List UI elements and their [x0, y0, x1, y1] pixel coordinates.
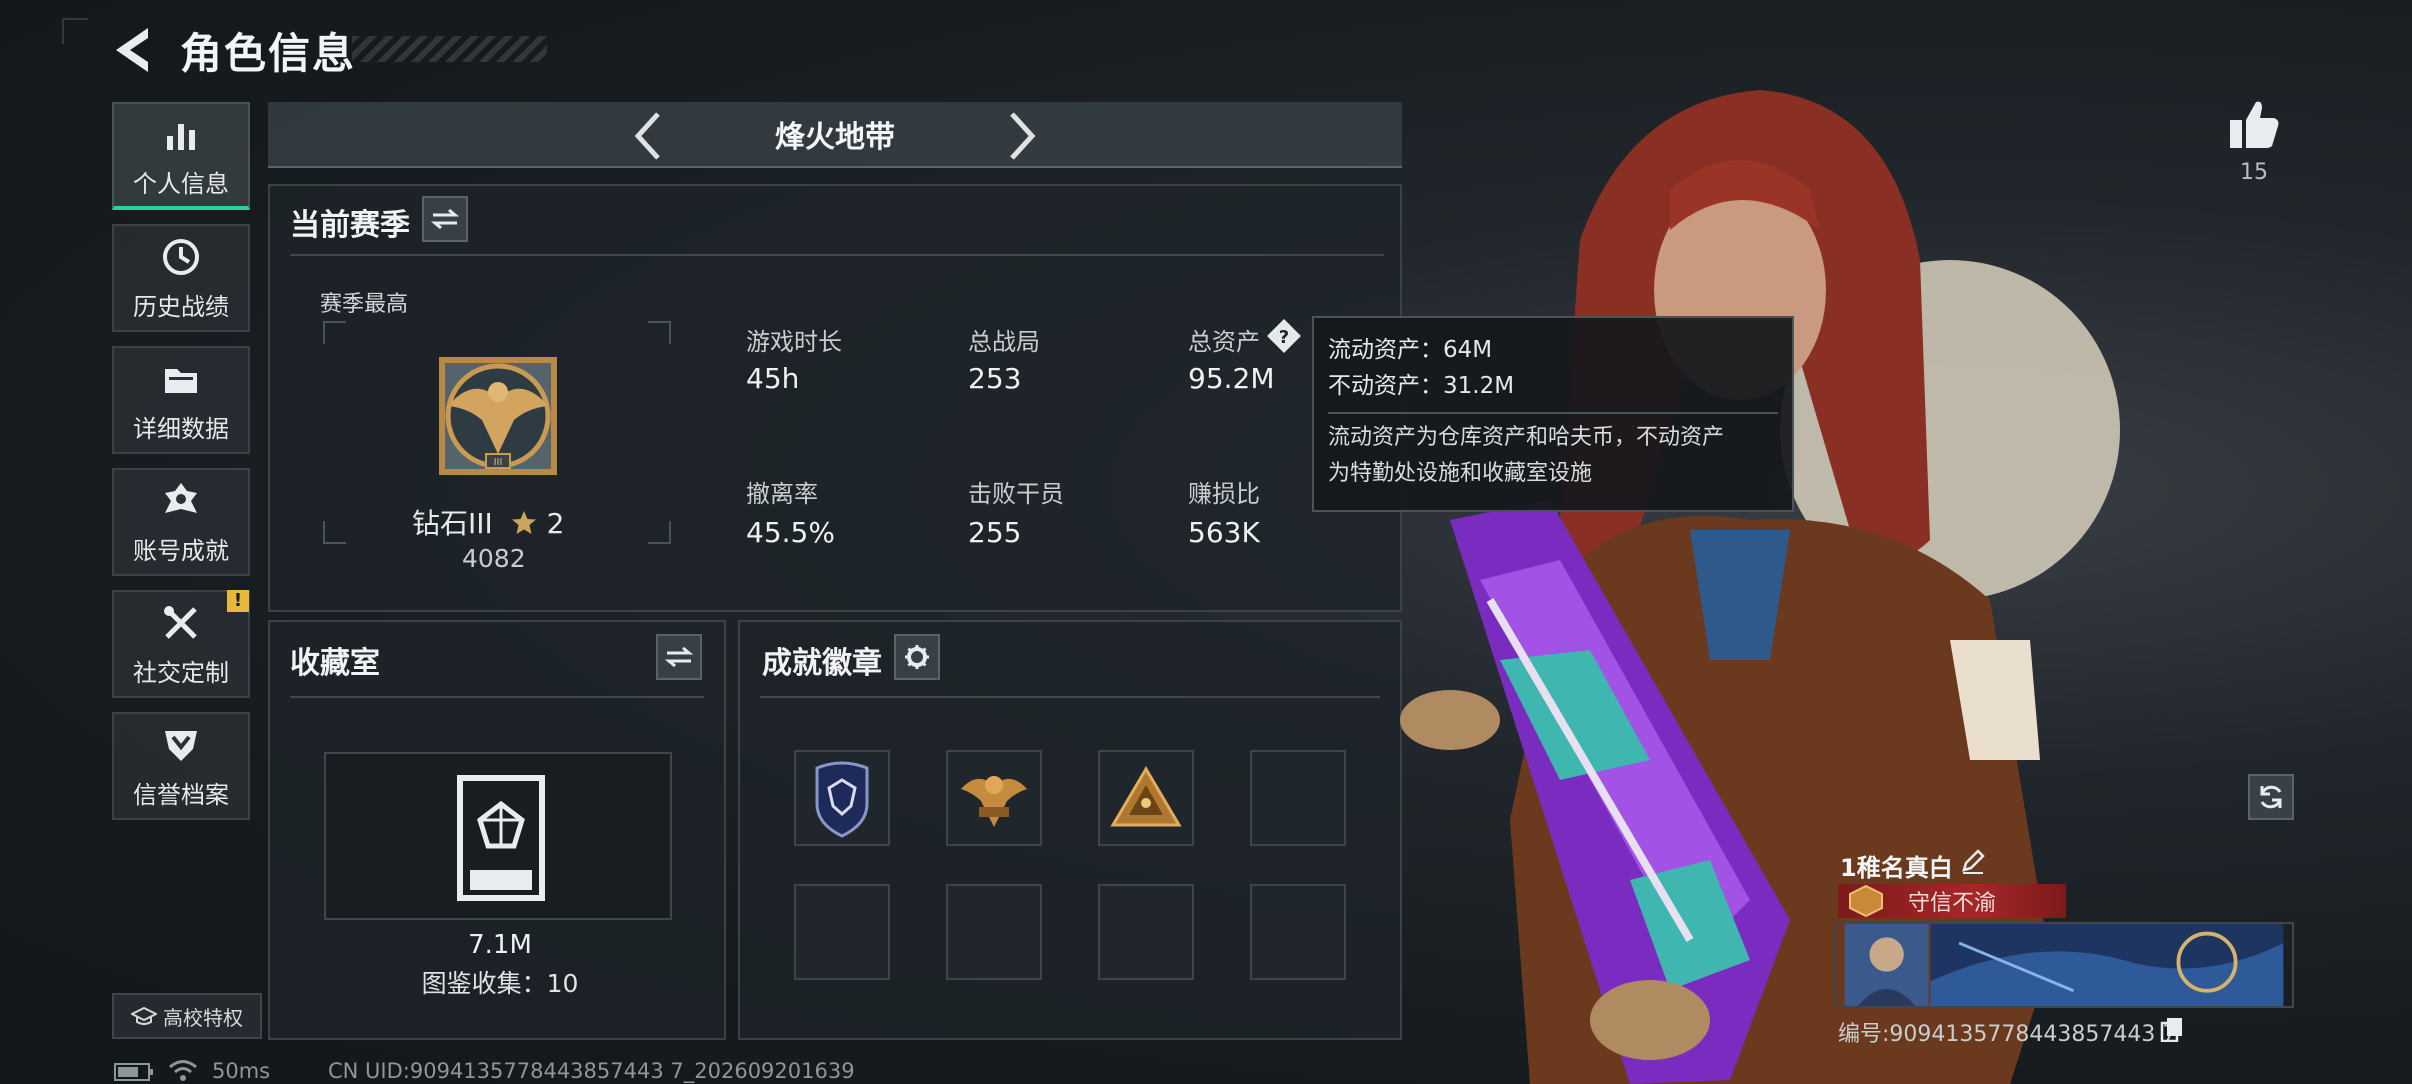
collection-title: 收藏室 [290, 646, 380, 681]
wifi-icon [169, 1060, 197, 1081]
sidebar-item-label: 信誉档案 [133, 780, 229, 809]
page-title: 角色信息 [180, 29, 357, 78]
rank-score: 4082 [462, 544, 526, 573]
season-switch-button[interactable] [422, 196, 468, 242]
alert-badge: ! [227, 590, 249, 612]
network-ping: 50ms [212, 1059, 271, 1083]
stat-value-extract-rate: 45.5% [746, 516, 835, 549]
sidebar-item-label: 社交定制 [133, 658, 229, 687]
stat-label-play-time: 游戏时长 [746, 328, 842, 356]
rank-name-text: 钻石III [412, 507, 493, 540]
thumbs-up-icon[interactable] [2226, 96, 2282, 152]
refresh-icon [2260, 785, 2282, 809]
sidebar-item-label: 账号成就 [133, 536, 229, 565]
asset-tooltip: 流动资产：64M 不动资产：31.2M 流动资产为仓库资产和哈夫币，不动资产 为… [1312, 316, 1794, 512]
divider [760, 696, 1380, 698]
badge-slot[interactable] [1098, 750, 1194, 846]
tools-icon [164, 605, 197, 639]
badge-slot[interactable] [794, 750, 890, 846]
display-case-icon [457, 775, 545, 901]
pencil-icon[interactable] [1960, 848, 1986, 874]
sidebar-item-detailed-data[interactable]: 详细数据 [112, 346, 250, 454]
chevron-left-icon[interactable] [628, 108, 668, 164]
tooltip-fixed-assets: 不动资产：31.2M [1328, 373, 1515, 399]
mode-name: 烽火地带 [775, 120, 895, 155]
player-card-banner[interactable] [1834, 922, 2294, 1008]
title-emblem-icon [1849, 884, 1883, 918]
stat-value-profit-loss-ratio: 563K [1188, 516, 1260, 549]
back-button[interactable] [108, 22, 158, 78]
campus-privilege-button[interactable]: 高校特权 [112, 993, 262, 1039]
badge-icon [165, 482, 197, 513]
sidebar-item-reputation[interactable]: 信誉档案 [112, 712, 250, 820]
stat-label-operators-defeated: 击败干员 [968, 480, 1064, 508]
svg-text:III: III [494, 457, 503, 468]
stat-value-operators-defeated: 255 [968, 516, 1022, 549]
badges-settings-button[interactable] [894, 634, 940, 680]
sidebar-item-label: 详细数据 [133, 414, 229, 443]
divider [290, 254, 1384, 256]
svg-text:?: ? [1279, 327, 1289, 348]
sidebar-item-label: 历史战绩 [133, 292, 229, 321]
stat-label-extract-rate: 撤离率 [746, 480, 818, 508]
campus-privilege-label: 高校特权 [163, 1005, 243, 1030]
eagle-badge-icon [961, 776, 1027, 827]
badge-slot[interactable] [946, 750, 1042, 846]
bar-chart-icon [167, 123, 195, 150]
player-name: 1稚名真白 [1840, 854, 1953, 882]
badges-title: 成就徽章 [762, 646, 882, 681]
stat-label-total-assets: 总资产 [1188, 328, 1260, 356]
folder-icon [165, 368, 197, 393]
rotate-model-button[interactable] [2248, 774, 2294, 820]
title-decoration [352, 36, 547, 62]
rank-stars: 2 [546, 507, 565, 540]
diamond-rank-emblem-icon: III [439, 357, 557, 475]
collection-count: 图鉴收集：10 [421, 969, 579, 998]
tooltip-liquid-assets: 流动资产：64M [1328, 337, 1493, 363]
swap-icon [431, 208, 459, 230]
title-badge: 守信不渝 [1838, 884, 2066, 918]
corner-decoration [62, 18, 88, 44]
chevron-right-icon[interactable] [1002, 108, 1042, 164]
copy-icon[interactable] [2160, 1016, 2184, 1042]
sidebar-item-label: 个人信息 [133, 169, 229, 198]
like-count: 15 [2240, 160, 2268, 185]
swap-icon [665, 646, 693, 668]
graduation-cap-icon [131, 1006, 157, 1025]
stat-label-total-matches: 总战局 [968, 328, 1040, 356]
player-id: 编号:9094135778443857443 7 [1838, 1022, 2177, 1047]
stat-value-total-assets: 95.2M [1188, 362, 1275, 395]
clock-icon [163, 238, 199, 275]
collection-value: 7.1M [468, 930, 532, 960]
shield-icon [165, 730, 197, 761]
season-best-label: 赛季最高 [320, 292, 409, 317]
stat-value-play-time: 45h [746, 362, 800, 395]
rank-name: 钻石III 2 [412, 502, 564, 542]
season-title: 当前赛季 [290, 208, 410, 243]
sidebar-item-personal-info[interactable]: 个人信息 [112, 102, 250, 210]
badge-slot-empty[interactable] [1098, 884, 1194, 980]
divider [1328, 412, 1778, 414]
tooltip-description-line1: 流动资产为仓库资产和哈夫币，不动资产 [1328, 425, 1725, 450]
pyramid-badge-icon [1110, 766, 1182, 827]
battery-icon [114, 1063, 153, 1081]
collection-switch-button[interactable] [656, 634, 702, 680]
sidebar-item-achievements[interactable]: 账号成就 [112, 468, 250, 576]
help-icon[interactable]: ? [1266, 318, 1302, 354]
tooltip-description-line2: 为特勤处设施和收藏室设施 [1328, 461, 1593, 486]
badge-slot-empty[interactable] [946, 884, 1042, 980]
collection-room-preview [324, 752, 672, 920]
gear-icon [905, 645, 929, 669]
account-uid: CN UID:9094135778443857443 7_20260920163… [328, 1059, 855, 1083]
stat-value-total-matches: 253 [968, 362, 1022, 395]
badge-slot-empty[interactable] [794, 884, 890, 980]
stat-label-profit-loss-ratio: 赚损比 [1188, 480, 1260, 508]
star-icon [511, 511, 536, 534]
shield-badge-icon [815, 761, 869, 838]
sidebar-item-history[interactable]: 历史战绩 [112, 224, 250, 332]
divider [290, 696, 704, 698]
title-badge-text: 守信不渝 [1908, 891, 1997, 916]
